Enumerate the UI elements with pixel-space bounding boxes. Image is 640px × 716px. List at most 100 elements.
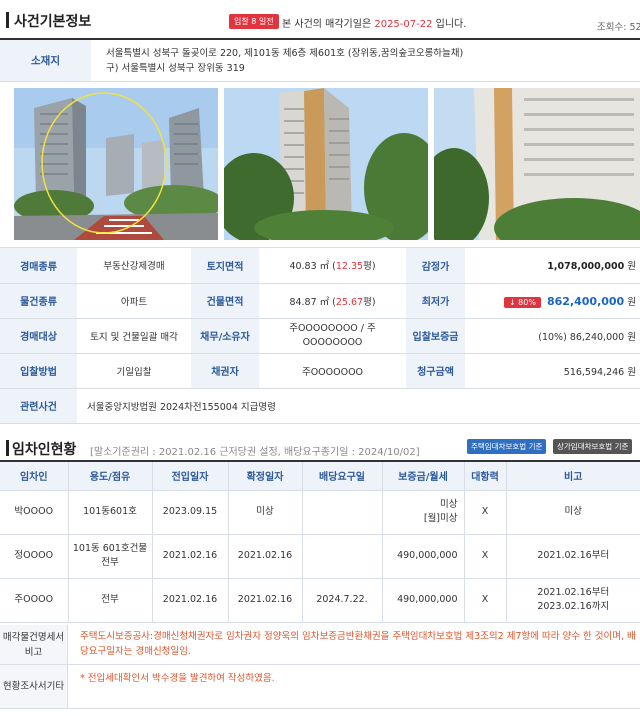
sale-statement-note-row: 매각물건명세서비고 주택도시보증공사:경매신청채권자로 임차권자 정양욱의 임차…: [0, 625, 640, 665]
days-left-badge: 입찰 8 일전: [229, 14, 279, 29]
tenant-fixed-date: 2021.02.16: [228, 534, 303, 579]
value-auction-target: 토지 및 건물일괄 매각: [77, 318, 191, 354]
deposit-amount: 미상: [440, 499, 458, 510]
view-count: 조회수: 52: [597, 22, 640, 33]
tenant-fixed-date: 미상: [228, 490, 303, 535]
property-photo-3[interactable]: [434, 88, 640, 240]
monthly-rent: [월]미상: [423, 513, 458, 524]
housing-lease-law-button[interactable]: 주택임대차보호법 기준: [467, 439, 547, 454]
deposit-amount: 490,000,000: [397, 594, 458, 605]
tenant-deposit: 미상 [월]미상: [382, 490, 465, 535]
property-photos: [0, 82, 640, 248]
col-header-move-in: 전입일자: [152, 462, 229, 491]
col-header-tenant: 임차인: [0, 462, 69, 491]
currency-unit: 원: [627, 366, 636, 378]
col-header-claim-date: 배당요구일: [302, 462, 383, 491]
survey-note-label: 현황조사서기타: [0, 665, 68, 708]
building-area-pyeong: 25.67: [335, 296, 364, 308]
info-row-related: 관련사건 서울중앙지방법원 2024차전155004 지급명령: [0, 388, 640, 424]
tenant-move-in: 2021.02.16: [152, 578, 229, 623]
col-header-fixed-date: 확정일자: [228, 462, 303, 491]
building-area-unit: 평): [363, 296, 376, 308]
label-building-area: 건물면적: [191, 283, 259, 319]
address-line-road: 서울특별시 성북구 돌곶이로 220, 제101동 제6층 제601호 (장위동…: [106, 48, 464, 59]
property-photo-1[interactable]: [14, 88, 218, 240]
tenant-note: 미상: [506, 490, 640, 535]
currency-unit: 원: [627, 296, 636, 308]
tenant-deposit: 490,000,000: [382, 578, 465, 623]
land-area-unit: 평): [363, 261, 376, 273]
sale-date: 2025-07-22: [374, 19, 433, 30]
label-debtor-owner: 채무/소유자: [191, 318, 259, 354]
tenant-table-header: 임차인 용도/점유 전입일자 확정일자 배당요구일 보증금/월세 대항력 비고: [0, 462, 640, 491]
sale-statement-note-label: 매각물건명세서비고: [0, 625, 68, 664]
bid-deposit-amount: (10%) 86,240,000: [538, 331, 625, 343]
tenant-note: 2021.02.16부터: [506, 534, 640, 579]
tenant-move-in: 2021.02.16: [152, 534, 229, 579]
value-land-area: 40.83 ㎡ (12.35평): [259, 248, 406, 284]
tenant-fixed-date: 2021.02.16: [228, 578, 303, 623]
value-claim-amount: 516,594,246 원: [465, 353, 640, 389]
tenant-use: 전부: [68, 578, 153, 623]
tenant-section-subtitle: [말소기준권리 : 2021.02.16 근저당권 설정, 배당요구종기일 : …: [90, 447, 420, 458]
value-building-area: 84.87 ㎡ (25.67평): [259, 283, 406, 319]
tenant-name: 주OOOO: [0, 578, 69, 623]
col-header-opposing-power: 대항력: [464, 462, 507, 491]
tenant-claim-date: 2024.7.22.: [302, 578, 383, 623]
land-area-sqm: 40.83 ㎡ (: [289, 261, 336, 273]
tenant-opposing-power: X: [464, 578, 507, 623]
commercial-lease-law-button[interactable]: 상가임대차보호법 기준: [553, 439, 633, 454]
case-info-header: 사건기본정보 입찰 8 일전 본 사건의 매각기일은 2025-07-22 입니…: [0, 0, 640, 40]
value-related-case[interactable]: 서울중앙지방법원 2024차전155004 지급명령: [77, 388, 640, 424]
property-photo-2[interactable]: [224, 88, 428, 240]
label-min-price: 최저가: [406, 283, 465, 319]
label-appraisal: 감정가: [406, 248, 465, 284]
title-bar-marker: [6, 12, 9, 28]
tenant-use: 101동 601호건물 전부: [68, 534, 153, 579]
tenant-table: 임차인 용도/점유 전입일자 확정일자 배당요구일 보증금/월세 대항력 비고 …: [0, 462, 640, 623]
survey-note-text: * 전입세대확인서 박수경을 발견하여 작성하였음.: [80, 673, 275, 684]
value-bid-deposit: (10%) 86,240,000 원: [465, 318, 640, 354]
label-bid-method: 입찰방법: [0, 353, 77, 389]
table-row: 박OOOO 101동601호 2023.09.15 미상 미상 [월]미상 X 미…: [0, 490, 640, 535]
table-row: 주OOOO 전부 2021.02.16 2021.02.16 2024.7.22…: [0, 578, 640, 623]
tenant-section-header: 임차인현황 [말소기준권리 : 2021.02.16 근저당권 설정, 배당요구…: [0, 432, 640, 462]
sale-date-notice: 본 사건의 매각기일은 2025-07-22 입니다.: [282, 15, 466, 30]
value-property-type: 아파트: [77, 283, 191, 319]
notice-prefix: 본 사건의 매각기일은: [282, 19, 375, 30]
tenant-name: 박OOOO: [0, 490, 69, 535]
value-min-price: ↓ 80% 862,400,000 원: [465, 283, 640, 319]
info-row: 입찰방법 기일입찰 채권자 주OOOOOOO 청구금액 516,594,246 …: [0, 353, 640, 389]
tenant-use: 101동601호: [68, 490, 153, 535]
title-bar-marker: [6, 440, 9, 456]
tenant-deposit: 490,000,000: [382, 534, 465, 579]
info-row: 물건종류 아파트 건물면적 84.87 ㎡ (25.67평) 최저가 ↓ 80%…: [0, 283, 640, 319]
value-appraisal: 1,078,000,000 원: [465, 248, 640, 284]
label-auction-type: 경매종류: [0, 248, 77, 284]
currency-unit: 원: [627, 331, 636, 343]
label-land-area: 토지면적: [191, 248, 259, 284]
tenant-note: 2021.02.16부터 2023.02.16까지: [506, 578, 640, 623]
label-creditor: 채권자: [191, 353, 259, 389]
col-header-deposit: 보증금/월세: [382, 462, 465, 491]
note-line: 2023.02.16까지: [537, 601, 610, 612]
tenant-opposing-power: X: [464, 490, 507, 535]
tenant-opposing-power: X: [464, 534, 507, 579]
section-title-case-info: 사건기본정보: [14, 14, 92, 30]
label-bid-deposit: 입찰보증금: [406, 318, 465, 354]
building-area-sqm: 84.87 ㎡ (: [289, 296, 336, 308]
land-area-pyeong: 12.35: [335, 261, 364, 273]
value-auction-type: 부동산강제경매: [77, 248, 191, 284]
col-header-use: 용도/점유: [68, 462, 153, 491]
tenant-move-in: 2023.09.15: [152, 490, 229, 535]
label-auction-target: 경매대상: [0, 318, 77, 354]
value-bid-method: 기일입찰: [77, 353, 191, 389]
appraisal-amount: 1,078,000,000: [547, 261, 625, 273]
note-line: 2021.02.16부터: [537, 587, 610, 598]
label-property-type: 물건종류: [0, 283, 77, 319]
tenant-name: 정OOOO: [0, 534, 69, 579]
currency-unit: 원: [627, 261, 636, 273]
value-debtor-owner: 주OOOOOOOO / 주OOOOOOOO: [259, 318, 406, 354]
note-line: 미상: [564, 506, 582, 517]
label-related-case: 관련사건: [0, 388, 77, 424]
